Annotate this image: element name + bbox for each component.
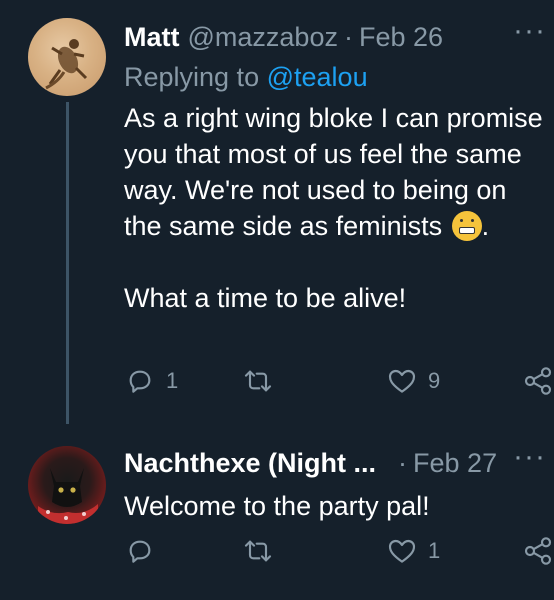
tweet-header: Matt @mazzaboz · Feb 26 [124, 22, 443, 53]
retweet-button[interactable] [242, 535, 284, 567]
replying-to: Replying to @tealou [124, 62, 368, 93]
tweet-date[interactable]: Feb 26 [359, 22, 443, 53]
like-count: 1 [428, 538, 441, 563]
display-name[interactable]: Nachthexe (Night ... [124, 448, 376, 479]
handle[interactable]: @mazzaboz [188, 22, 338, 53]
tweet-date[interactable]: Feb 27 [413, 448, 497, 479]
retweet-button[interactable] [242, 365, 284, 397]
share-button[interactable] [522, 365, 554, 397]
tweet-text-punct: . [481, 211, 490, 241]
more-options-icon[interactable]: ··· [513, 440, 546, 474]
like-button[interactable]: 9 [386, 365, 440, 397]
like-count: 9 [428, 368, 441, 393]
reply-button[interactable]: 1 [124, 365, 178, 397]
tweet-header: Nachthexe (Night ... · Feb 27 [124, 448, 497, 479]
retweet-icon [244, 540, 272, 562]
tweet[interactable]: Matt @mazzaboz · Feb 26 ··· Replying to … [0, 0, 554, 440]
heart-icon [388, 539, 416, 563]
display-name[interactable]: Matt [124, 22, 180, 53]
tweet-text: Welcome to the party pal! [124, 491, 430, 521]
retweet-icon [244, 370, 272, 392]
tweet-text-second: What a time to be alive! [124, 283, 407, 313]
tweet-actions: 1 [124, 535, 554, 575]
grimacing-face-emoji-icon [451, 211, 482, 241]
reply-count: 1 [166, 368, 179, 393]
replying-to-label: Replying to [124, 62, 260, 92]
share-icon [524, 537, 552, 565]
reply-button[interactable] [124, 535, 166, 567]
tweet-text: As a right wing bloke I can promise you … [124, 100, 544, 316]
replying-to-handle[interactable]: @tealou [267, 62, 368, 92]
avatar[interactable] [28, 446, 106, 524]
more-options-icon[interactable]: ··· [513, 14, 546, 48]
heart-icon [388, 369, 416, 393]
avatar[interactable] [28, 18, 106, 96]
separator: · [343, 22, 353, 52]
share-icon [524, 367, 552, 395]
share-button[interactable] [522, 535, 554, 567]
reply-icon [129, 370, 151, 393]
reply-icon [129, 540, 151, 563]
tweet[interactable]: Nachthexe (Night ... · Feb 27 ··· Welcom… [0, 440, 554, 600]
thread-line [66, 102, 69, 424]
like-button[interactable]: 1 [386, 535, 440, 567]
tweet-actions: 1 9 [124, 365, 554, 405]
separator: · [398, 448, 408, 478]
